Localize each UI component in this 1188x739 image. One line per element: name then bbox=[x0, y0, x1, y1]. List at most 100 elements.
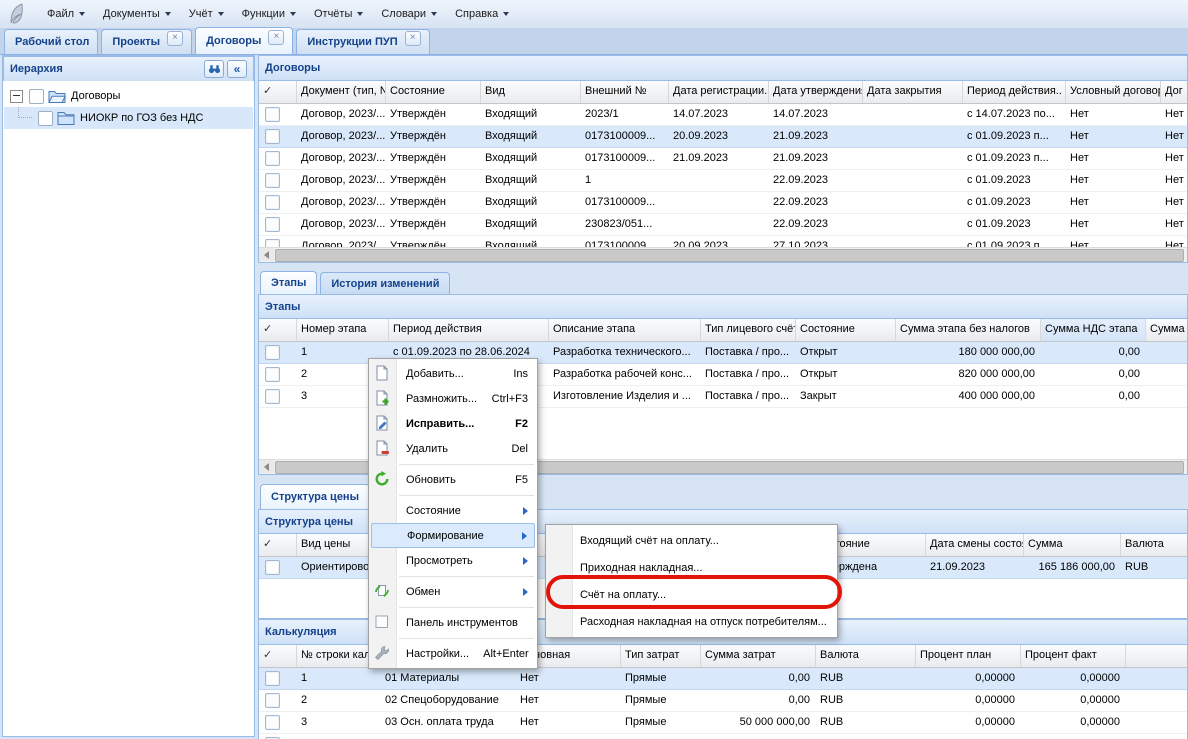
column-header[interactable]: Описание этапа bbox=[549, 319, 701, 341]
row-checkbox[interactable] bbox=[259, 126, 297, 147]
column-header[interactable]: Процент факт bbox=[1021, 645, 1126, 667]
row-checkbox[interactable] bbox=[259, 170, 297, 191]
menu-item-toolbar[interactable]: Панель инструментов bbox=[369, 610, 537, 635]
row-checkbox[interactable] bbox=[259, 342, 297, 363]
column-header[interactable]: Дог bbox=[1161, 81, 1188, 103]
column-header[interactable]: Сумма эт bbox=[1146, 319, 1188, 341]
close-icon[interactable] bbox=[167, 31, 183, 46]
column-header[interactable]: Дата закрытия bbox=[863, 81, 963, 103]
column-header[interactable]: Внешний № bbox=[581, 81, 669, 103]
menu-item-payment-invoice[interactable]: Счёт на оплату... bbox=[546, 581, 837, 608]
menu-item-exchange[interactable]: Обмен bbox=[369, 579, 537, 604]
menu-item-duplicate[interactable]: Размножить... Ctrl+F3 bbox=[369, 386, 537, 411]
column-header-sorted[interactable]: Сумма НДС этапа bbox=[1041, 319, 1146, 341]
menu-item-file[interactable]: Файл bbox=[38, 3, 94, 25]
column-header[interactable]: Дата утверждения bbox=[769, 81, 863, 103]
horizontal-scrollbar[interactable] bbox=[259, 247, 1187, 262]
menu-item-reports[interactable]: Отчёты bbox=[305, 3, 372, 25]
column-header[interactable]: Сумма bbox=[1024, 534, 1121, 556]
menu-item-settings[interactable]: Настройки... Alt+Enter bbox=[369, 641, 537, 666]
menu-item-outgoing-note[interactable]: Расходная накладная на отпуск потребител… bbox=[546, 608, 837, 635]
row-checkbox[interactable] bbox=[259, 557, 297, 578]
row-checkbox[interactable] bbox=[259, 690, 297, 711]
menu-item-delete[interactable]: Удалить Del bbox=[369, 436, 537, 461]
table-row[interactable]: Договор, 2023/... Утверждён Входящий 230… bbox=[259, 214, 1188, 236]
row-checkbox[interactable] bbox=[259, 214, 297, 235]
table-row[interactable]: Договор, 2023/... Утверждён Входящий 017… bbox=[259, 126, 1188, 148]
scroll-left-button[interactable] bbox=[259, 460, 274, 473]
checkbox-icon[interactable] bbox=[38, 111, 53, 126]
row-checkbox[interactable] bbox=[259, 386, 297, 407]
column-header[interactable]: Валюта bbox=[1121, 534, 1188, 556]
tab-pup-instructions[interactable]: Инструкции ПУП bbox=[296, 29, 429, 54]
select-all-header[interactable] bbox=[259, 534, 297, 556]
column-header[interactable]: Период действия bbox=[389, 319, 549, 341]
menu-item-documents[interactable]: Документы bbox=[94, 3, 180, 25]
column-header[interactable]: Тип лицевого счёт bbox=[701, 319, 796, 341]
cell: Договор, 2023/... bbox=[297, 126, 386, 147]
tree-collapse-icon[interactable] bbox=[10, 90, 23, 103]
row-checkbox[interactable] bbox=[259, 668, 297, 689]
column-header[interactable]: Сумма затрат bbox=[701, 645, 816, 667]
select-all-header[interactable] bbox=[259, 81, 297, 103]
table-row[interactable]: Договор, 2023/... Утверждён Входящий 1 2… bbox=[259, 170, 1188, 192]
scroll-left-button[interactable] bbox=[259, 248, 274, 261]
tab-desktop[interactable]: Рабочий стол bbox=[4, 29, 98, 54]
close-icon[interactable] bbox=[405, 31, 421, 46]
menu-item-dictionaries[interactable]: Словари bbox=[372, 3, 446, 25]
table-row[interactable]: Договор, 2023/... Утверждён Входящий 202… bbox=[259, 104, 1188, 126]
column-header[interactable]: Тип затрат bbox=[621, 645, 701, 667]
checkbox-icon[interactable] bbox=[29, 89, 44, 104]
menu-item-refresh[interactable]: Обновить F5 bbox=[369, 467, 537, 492]
menu-item-functions[interactable]: Функции bbox=[233, 3, 305, 25]
column-header[interactable]: Документ (тип, № bbox=[297, 81, 386, 103]
table-row[interactable]: Договор, 2023/... Утверждён Входящий 017… bbox=[259, 148, 1188, 170]
menu-item-state[interactable]: Состояние bbox=[369, 498, 537, 523]
row-checkbox[interactable] bbox=[259, 712, 297, 733]
column-header[interactable] bbox=[1126, 645, 1188, 667]
column-header[interactable]: Сумма этапа без налогов bbox=[896, 319, 1041, 341]
menu-item-accounting[interactable]: Учёт bbox=[180, 3, 233, 25]
row-checkbox[interactable] bbox=[259, 104, 297, 125]
select-all-header[interactable] bbox=[259, 645, 297, 667]
tab-stages[interactable]: Этапы bbox=[260, 271, 317, 294]
table-row[interactable]: Договор, 2023/... Утверждён Входящий 017… bbox=[259, 192, 1188, 214]
tab-projects[interactable]: Проекты bbox=[101, 29, 192, 54]
menu-item-generate[interactable]: Формирование bbox=[371, 523, 535, 548]
column-header[interactable]: Состояние bbox=[386, 81, 481, 103]
column-header[interactable]: Дата смены состоя bbox=[926, 534, 1024, 556]
collapse-panel-button[interactable] bbox=[227, 60, 247, 78]
tree-item-niokr[interactable]: НИОКР по ГОЗ без НДС bbox=[4, 107, 253, 129]
table-row[interactable]: 1 01 Материалы Нет Прямые 0,00 RUB 0,000… bbox=[259, 668, 1188, 690]
select-all-header[interactable] bbox=[259, 319, 297, 341]
close-icon[interactable] bbox=[268, 30, 284, 45]
column-header[interactable]: Период действия.. bbox=[963, 81, 1066, 103]
tab-price-structure[interactable]: Структура цены bbox=[260, 484, 370, 509]
column-header[interactable]: Состояние bbox=[796, 319, 896, 341]
row-checkbox[interactable] bbox=[259, 364, 297, 385]
column-header[interactable]: Номер этапа bbox=[297, 319, 389, 341]
column-header[interactable]: Вид bbox=[481, 81, 581, 103]
menu-item-help[interactable]: Справка bbox=[446, 3, 518, 25]
menu-item-add[interactable]: Добавить... Ins bbox=[369, 361, 537, 386]
menu-item-receipt-note[interactable]: Приходная накладная... bbox=[546, 554, 837, 581]
tab-contracts[interactable]: Договоры bbox=[195, 27, 293, 54]
tree-item-contracts[interactable]: Договоры bbox=[4, 85, 253, 107]
column-header[interactable]: Валюта bbox=[816, 645, 916, 667]
scrollbar-thumb[interactable] bbox=[275, 249, 1184, 262]
column-header[interactable]: Условный договор bbox=[1066, 81, 1161, 103]
row-checkbox[interactable] bbox=[259, 734, 297, 739]
table-row[interactable]: 2 02 Спецоборудование Нет Прямые 0,00 RU… bbox=[259, 690, 1188, 712]
search-button[interactable] bbox=[204, 60, 224, 78]
menu-item-view[interactable]: Просмотреть bbox=[369, 548, 537, 573]
column-header[interactable]: Дата регистрации. bbox=[669, 81, 769, 103]
cell: 820 000 000,00 bbox=[896, 364, 1041, 385]
row-checkbox[interactable] bbox=[259, 148, 297, 169]
menu-item-incoming-invoice[interactable]: Входящий счёт на оплату... bbox=[546, 527, 837, 554]
menu-item-edit[interactable]: Исправить... F2 bbox=[369, 411, 537, 436]
column-header[interactable]: Процент план bbox=[916, 645, 1021, 667]
table-row[interactable]: 4 04 Доп. оплата труда Нет Прямые 5 850 … bbox=[259, 734, 1188, 739]
tab-change-history[interactable]: История изменений bbox=[320, 272, 450, 294]
table-row[interactable]: 3 03 Осн. оплата труда Нет Прямые 50 000… bbox=[259, 712, 1188, 734]
row-checkbox[interactable] bbox=[259, 192, 297, 213]
